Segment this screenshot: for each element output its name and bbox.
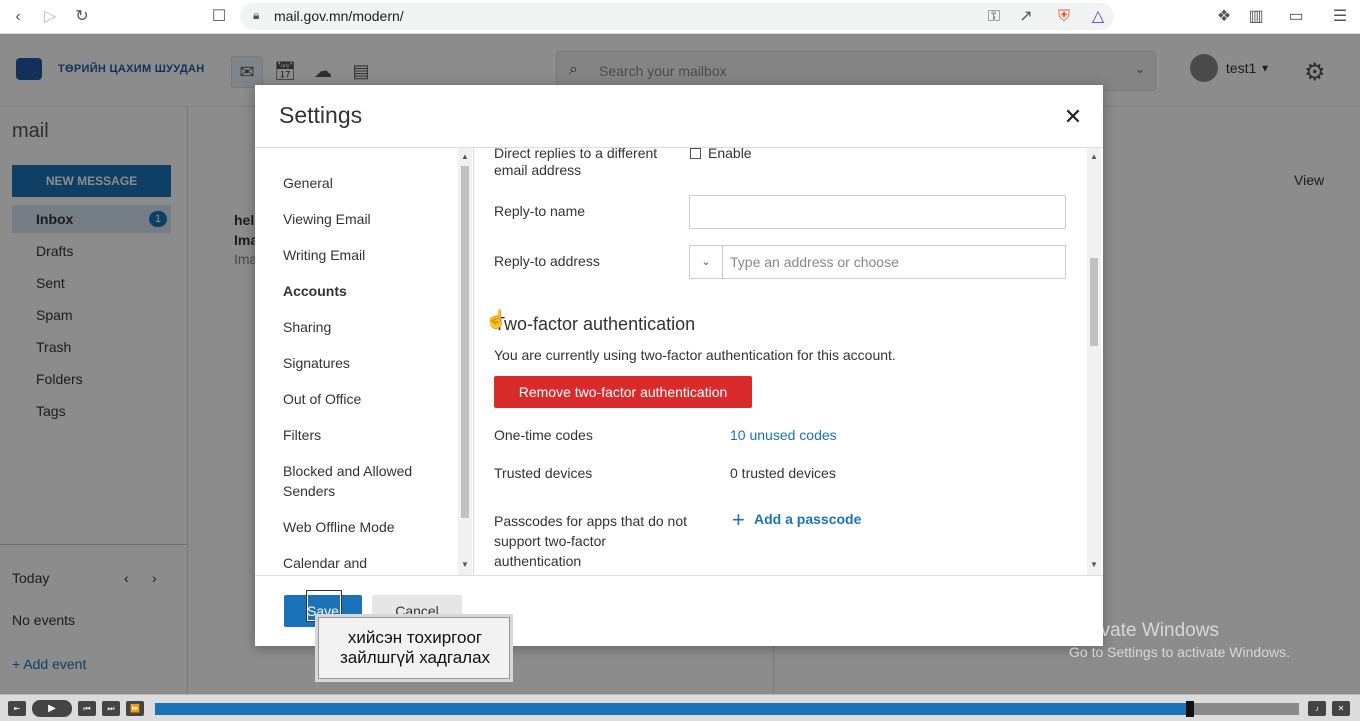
direct-replies-label: Direct replies to a different email addr… xyxy=(494,145,657,179)
volume-icon[interactable]: ♪ xyxy=(1308,701,1326,716)
scrollbar-thumb[interactable] xyxy=(1090,258,1098,346)
dialog-title: Settings xyxy=(279,102,363,128)
label-line: email address xyxy=(494,162,582,178)
key-icon[interactable]: ⚿ xyxy=(984,7,1004,27)
forward-icon[interactable]: ▷ xyxy=(40,7,60,27)
nav-scrollbar[interactable]: ▲ ▼ xyxy=(458,148,472,575)
settings-nav: General Viewing Email Writing Email Acco… xyxy=(255,148,473,575)
extensions-icon[interactable]: ❖ xyxy=(1214,7,1234,27)
nav-item-out-of-office[interactable]: Out of Office xyxy=(283,389,361,409)
progress-fill xyxy=(155,703,1191,715)
scroll-up-icon[interactable]: ▲ xyxy=(1090,152,1098,161)
settings-dialog: Settings ✕ General Viewing Email Writing… xyxy=(255,85,1103,646)
nav-item-filters[interactable]: Filters xyxy=(283,425,321,445)
nav-item-web-offline-mode[interactable]: Web Offline Mode xyxy=(283,517,395,537)
enable-checkbox[interactable] xyxy=(690,148,701,159)
reply-to-name-label: Reply-to name xyxy=(494,203,586,219)
tooltip-text: хийсэн тохиргоог зайлшгүй хадгалах xyxy=(319,628,511,668)
nav-item-viewing-email[interactable]: Viewing Email xyxy=(283,209,371,229)
scroll-up-icon[interactable]: ▲ xyxy=(461,152,469,161)
two-factor-title: Two-factor authentication xyxy=(494,314,696,334)
reply-to-address-field[interactable]: ⌄ Type an address or choose xyxy=(689,245,1066,279)
close-icon[interactable]: ✕ xyxy=(1061,105,1085,129)
sidebar-icon[interactable]: ▥ xyxy=(1246,7,1266,27)
brave-shield-icon[interactable]: ⛨ xyxy=(1054,7,1074,27)
play-button[interactable]: ▶ xyxy=(32,700,72,717)
progress-knob[interactable] xyxy=(1186,701,1195,717)
divider xyxy=(473,148,474,575)
enable-label: Enable xyxy=(708,145,752,161)
address-placeholder: Type an address or choose xyxy=(730,254,899,270)
exit-icon[interactable]: ⇤ xyxy=(8,701,26,716)
add-passcode-link[interactable]: Add a passcode xyxy=(754,511,861,527)
playback-progress[interactable] xyxy=(155,701,1299,717)
mouse-cursor-icon: ☝ xyxy=(485,309,508,329)
nav-item-accounts[interactable]: Accounts xyxy=(283,281,347,301)
address-bar[interactable]: 🔒︎ mail.gov.mn/modern/ ⚿ ↗ xyxy=(240,3,1114,30)
browser-toolbar: ‹ ▷ ↻ ☐ 🔒︎ mail.gov.mn/modern/ ⚿ ↗ ⛨ △ ❖… xyxy=(0,0,1360,34)
reply-to-name-field[interactable] xyxy=(689,195,1066,229)
media-player-bar: ⇤ ▶ ⏮ ⏭ ⏩ ♪ ✕ xyxy=(0,694,1360,721)
reply-to-address-label: Reply-to address xyxy=(494,253,600,269)
plus-icon[interactable]: + xyxy=(732,509,745,531)
rewards-triangle-icon[interactable]: △ xyxy=(1088,7,1108,27)
scrollbar-thumb[interactable] xyxy=(461,166,469,518)
tooltip-line: хийсэн тохиргоог xyxy=(347,628,483,647)
nav-item-general[interactable]: General xyxy=(283,173,333,193)
nav-item-calendar[interactable]: Calendar and xyxy=(283,553,367,573)
bookmark-icon[interactable]: ☐ xyxy=(209,7,229,27)
nav-item-label: Blocked and Allowed xyxy=(283,463,413,479)
share-icon[interactable]: ↗ xyxy=(1016,7,1036,27)
menu-icon[interactable]: ☰ xyxy=(1330,7,1350,27)
trusted-devices-label: Trusted devices xyxy=(494,465,593,481)
scroll-down-icon[interactable]: ▼ xyxy=(1090,560,1098,569)
divider xyxy=(255,575,1103,576)
remove-two-factor-button[interactable]: Remove two-factor authentication xyxy=(494,376,752,408)
wallet-icon[interactable]: ▭ xyxy=(1286,7,1306,27)
lock-icon: 🔒︎ xyxy=(253,8,260,22)
skip-end-icon[interactable]: ⏩ xyxy=(126,701,144,716)
tooltip-line: зайлшгүй хадгалах xyxy=(339,648,491,667)
trusted-devices-value: 0 trusted devices xyxy=(730,465,836,481)
reload-icon[interactable]: ↻ xyxy=(72,7,92,27)
label-line: authentication xyxy=(494,553,582,569)
label-line: Direct replies to a different xyxy=(494,145,658,161)
nav-item-writing-email[interactable]: Writing Email xyxy=(283,245,365,265)
nav-item-label: Senders xyxy=(283,483,336,499)
one-time-codes-label: One-time codes xyxy=(494,427,593,443)
step-forward-icon[interactable]: ⏭ xyxy=(102,701,120,716)
content-scrollbar[interactable]: ▲ ▼ xyxy=(1087,148,1101,575)
two-factor-status: You are currently using two-factor authe… xyxy=(494,347,896,363)
close-icon[interactable]: ✕ xyxy=(1332,701,1350,716)
back-icon[interactable]: ‹ xyxy=(8,7,28,27)
nav-item-signatures[interactable]: Signatures xyxy=(283,353,350,373)
skip-start-icon[interactable]: ⏮ xyxy=(78,701,96,716)
scroll-down-icon[interactable]: ▼ xyxy=(461,560,469,569)
nav-item-sharing[interactable]: Sharing xyxy=(283,317,331,337)
tooltip: хийсэн тохиргоог зайлшгүй хадгалах xyxy=(318,617,510,679)
activation-watermark-subtitle: Go to Settings to activate Windows. xyxy=(1069,644,1290,660)
passcodes-label: Passcodes for apps that do not support t… xyxy=(494,511,687,571)
nav-item-blocked-allowed[interactable]: Blocked and Allowed Senders xyxy=(283,461,412,501)
activation-watermark-title: Activate Windows xyxy=(1069,620,1219,641)
url-text: mail.gov.mn/modern/ xyxy=(274,8,404,24)
label-line: Passcodes for apps that do not xyxy=(494,513,688,529)
unused-codes-link[interactable]: 10 unused codes xyxy=(730,427,837,443)
chevron-down-icon[interactable]: ⌄ xyxy=(690,246,723,278)
label-line: support two-factor xyxy=(494,533,607,549)
